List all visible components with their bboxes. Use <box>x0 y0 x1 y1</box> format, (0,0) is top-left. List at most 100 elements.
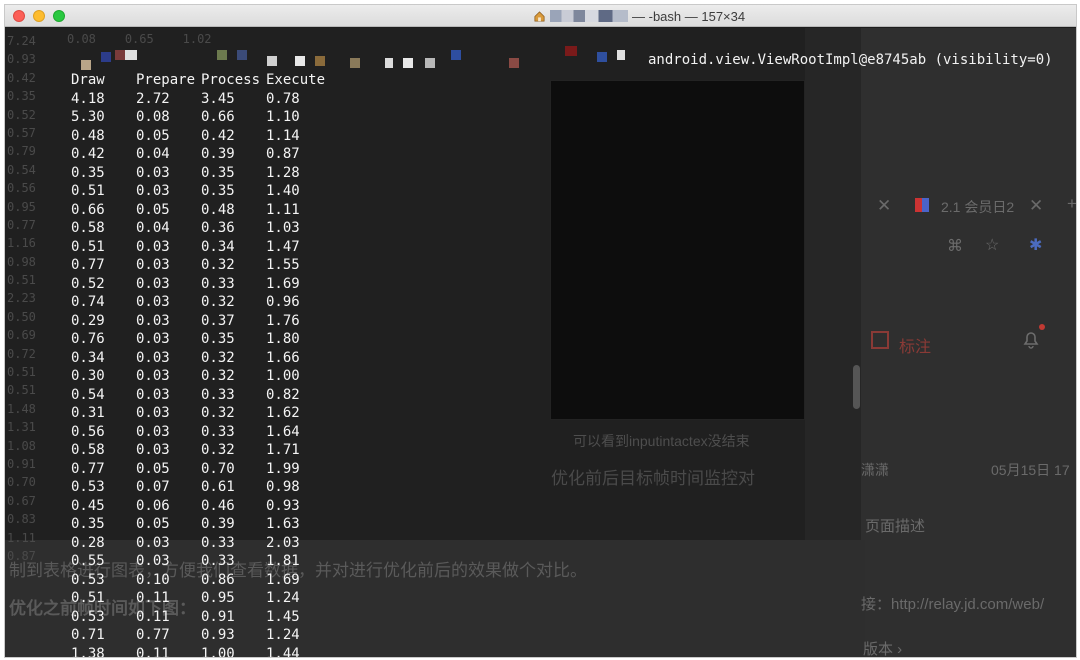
table-cell: 0.54 <box>71 386 105 403</box>
table-row: 0.31 0.03 0.32 1.62 <box>71 404 326 423</box>
left-column-value: 0.69 <box>7 328 36 343</box>
table-cell: 1.81 <box>266 553 300 569</box>
table-cell: 0.77 <box>71 257 105 273</box>
table-cell: 0.32 <box>201 294 235 310</box>
left-column-value: 0.35 <box>7 89 36 104</box>
table-cell: 0.45 <box>71 497 105 514</box>
left-column-value: 0.42 <box>7 70 36 85</box>
table-cell: 0.36 <box>201 220 235 236</box>
table-cell: 4.18 <box>71 90 105 107</box>
table-row: 5.30 0.08 0.66 1.10 <box>71 108 326 127</box>
left-column-value: 0.67 <box>7 493 36 508</box>
left-column-value: 0.50 <box>7 309 36 324</box>
close-window-button[interactable] <box>13 10 25 22</box>
table-cell: 0.03 <box>136 257 170 273</box>
table-cell: 1.03 <box>266 220 300 236</box>
title-bar: — -bash — 157×34 <box>5 5 1076 27</box>
table-cell: 0.77 <box>136 627 170 643</box>
table-cell: 0.58 <box>71 220 105 236</box>
table-cell: 0.77 <box>71 460 105 477</box>
table-cell: 0.74 <box>71 294 105 310</box>
table-cell: 0.35 <box>201 183 235 199</box>
table-cell: 1.47 <box>266 238 300 255</box>
table-cell: 1.55 <box>266 257 300 273</box>
background-date: 05月15日 17 <box>991 462 1070 478</box>
background-page-desc: 页面描述 <box>865 518 926 535</box>
column-header-execute: Execute <box>266 72 326 88</box>
table-row: 0.77 0.03 0.32 1.55 <box>71 256 326 275</box>
table-row: 0.34 0.03 0.32 1.66 <box>71 349 326 368</box>
table-cell: 1.80 <box>266 331 300 347</box>
minimize-window-button[interactable] <box>33 10 45 22</box>
table-row: 1.38 0.11 1.00 1.44 <box>71 645 326 658</box>
table-cell: 0.32 <box>201 368 235 384</box>
table-cell: 0.32 <box>201 257 235 273</box>
table-cell: 1.40 <box>266 183 300 199</box>
table-row: 0.35 0.05 0.39 1.63 <box>71 515 326 534</box>
table-cell: 0.76 <box>71 331 105 347</box>
table-cell: 0.33 <box>201 553 235 569</box>
scrollbar-thumb[interactable] <box>853 365 860 409</box>
terminal-log-line: android.view.ViewRootImpl@e8745ab (visib… <box>648 52 1053 68</box>
table-cell: 0.87 <box>266 146 300 162</box>
table-cell: 0.42 <box>71 146 105 162</box>
terminal-content[interactable]: 优化前后目标帧时间监控对 可以看到inputintactex没结束 制到表格进行… <box>5 28 1076 658</box>
frame-timing-rows: 4.18 2.72 3.45 0.78 5.30 0.08 0.66 1.10 0.48 0.05… <box>71 90 326 658</box>
table-cell: 0.11 <box>136 590 170 606</box>
table-cell: 0.35 <box>71 164 105 181</box>
table-cell: 0.33 <box>201 534 235 551</box>
table-row: 0.58 0.04 0.36 1.03 <box>71 219 326 238</box>
table-cell: 0.03 <box>136 386 170 403</box>
table-row: 0.51 0.03 0.34 1.47 <box>71 238 326 257</box>
table-cell: 0.37 <box>201 312 235 329</box>
column-header-process: Process <box>201 72 261 88</box>
background-url: 接：http://relay.jd.com/web/ <box>861 596 1045 613</box>
table-cell: 1.45 <box>266 608 300 625</box>
background-section-heading: 优化前后目标帧时间监控对 <box>551 469 755 488</box>
table-cell: 0.42 <box>201 127 235 144</box>
left-column-value: 7.24 <box>7 34 36 48</box>
left-column-value: 0.77 <box>7 217 36 232</box>
table-cell: 0.03 <box>136 423 170 440</box>
table-cell: 1.71 <box>266 442 300 458</box>
maximize-window-button[interactable] <box>53 10 65 22</box>
left-column-value: 1.08 <box>7 438 36 453</box>
table-row: 0.28 0.03 0.33 2.03 <box>71 534 326 553</box>
table-cell: 0.35 <box>201 164 235 181</box>
table-row: 0.53 0.07 0.61 0.98 <box>71 478 326 497</box>
table-cell: 0.34 <box>71 349 105 366</box>
table-cell: 1.69 <box>266 571 300 588</box>
table-cell: 1.62 <box>266 405 300 421</box>
table-cell: 0.03 <box>136 534 170 551</box>
table-cell: 1.28 <box>266 164 300 181</box>
table-cell: 0.56 <box>71 423 105 440</box>
table-cell: 1.11 <box>266 201 300 218</box>
table-cell: 0.91 <box>201 608 235 625</box>
table-row: 0.66 0.05 0.48 1.11 <box>71 201 326 220</box>
background-tab-close-icon: ✕ <box>877 196 892 215</box>
left-column-value: 0.57 <box>7 125 36 140</box>
table-cell: 1.10 <box>266 109 300 125</box>
annotate-icon <box>871 331 889 349</box>
left-column-value: 1.31 <box>7 420 36 435</box>
left-column-value: 0.52 <box>7 107 36 122</box>
table-cell: 0.03 <box>136 294 170 310</box>
table-cell: 0.48 <box>71 127 105 144</box>
table-cell: 0.10 <box>136 571 170 588</box>
table-cell: 0.03 <box>136 349 170 366</box>
background-tab-favicon <box>915 198 929 212</box>
table-cell: 0.52 <box>71 275 105 292</box>
table-cell: 0.04 <box>136 220 170 236</box>
table-cell: 0.71 <box>71 627 105 643</box>
left-column-value: 0.72 <box>7 346 36 361</box>
table-row: 0.71 0.77 0.93 1.24 <box>71 626 326 645</box>
extension-icon: ✱ <box>1029 237 1043 254</box>
table-cell: 0.32 <box>201 442 235 458</box>
table-cell: 0.03 <box>136 238 170 255</box>
left-column-value: 1.11 <box>7 530 36 545</box>
table-row: 0.48 0.05 0.42 1.14 <box>71 127 326 146</box>
table-cell: 1.24 <box>266 590 300 606</box>
table-cell: 0.35 <box>71 516 105 532</box>
table-cell: 0.03 <box>136 331 170 347</box>
table-cell: 0.32 <box>201 349 235 366</box>
